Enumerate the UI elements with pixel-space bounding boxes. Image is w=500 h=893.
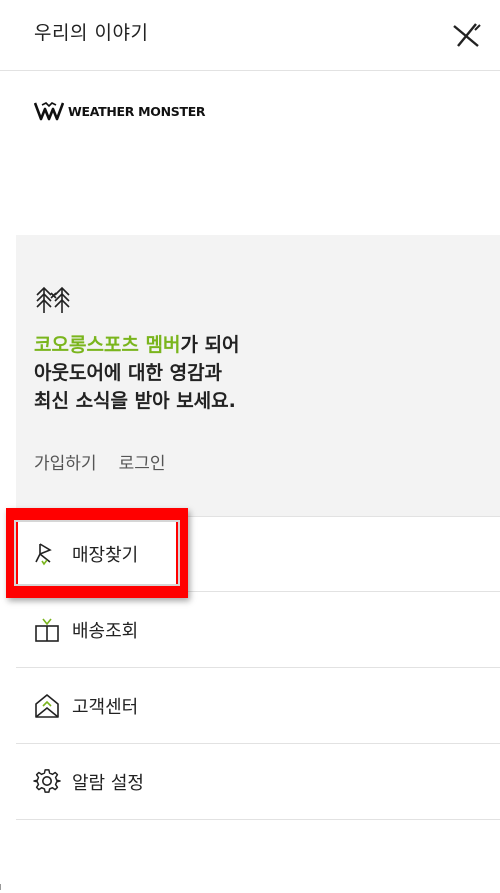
member-promo-panel: 코오롱스포츠 멤버가 되어 아웃도어에 대한 영감과 최신 소식을 받아 보세요… [16,235,500,516]
join-link[interactable]: 가입하기 [34,449,97,474]
auth-links: 가입하기 로그인 [34,449,165,474]
promo-accent-text: 코오롱스포츠 멤버 [34,334,181,356]
menu-label-customer-center: 고객센터 [72,696,139,718]
weather-monster-mark-icon [34,102,64,121]
menu-item-alarm-settings[interactable]: 알람 설정 [16,744,500,820]
top-bar: 우리의 이야기 [0,0,500,71]
brand-logo[interactable]: WEATHER MONSTER [34,100,206,122]
menu-label-alarm-settings: 알람 설정 [72,772,144,794]
store-locator-icon [35,543,52,566]
close-icon [453,23,481,47]
promo-message: 코오롱스포츠 멤버가 되어 아웃도어에 대한 영감과 최신 소식을 받아 보세요… [34,331,240,415]
close-button[interactable] [446,16,486,56]
promo-line-1: 코오롱스포츠 멤버가 되어 [34,331,240,359]
menu-label-delivery-tracking: 배송조회 [72,620,139,642]
menu-item-delivery-tracking[interactable]: 배송조회 [16,592,500,668]
gear-icon [33,768,61,793]
side-menu: 매장찾기 배송조회 고객센터 알람 설정 [16,516,500,820]
scroll-edge-mark [0,884,6,890]
promo-line-2: 아웃도어에 대한 영감과 [34,362,223,384]
brand-logo-text: WEATHER MONSTER [68,103,206,119]
promo-line-3: 최신 소식을 받아 보세요. [34,390,236,412]
kolon-sport-mark-icon [36,286,70,313]
login-link[interactable]: 로그인 [119,449,166,474]
delivery-box-icon [35,618,59,642]
menu-item-store-locator[interactable]: 매장찾기 [16,516,500,592]
promo-line-1-rest: 가 되어 [180,334,240,356]
menu-item-customer-center[interactable]: 고객센터 [16,668,500,744]
menu-label-store-locator: 매장찾기 [72,545,139,566]
page-title: 우리의 이야기 [34,22,149,44]
customer-center-icon [35,693,59,718]
